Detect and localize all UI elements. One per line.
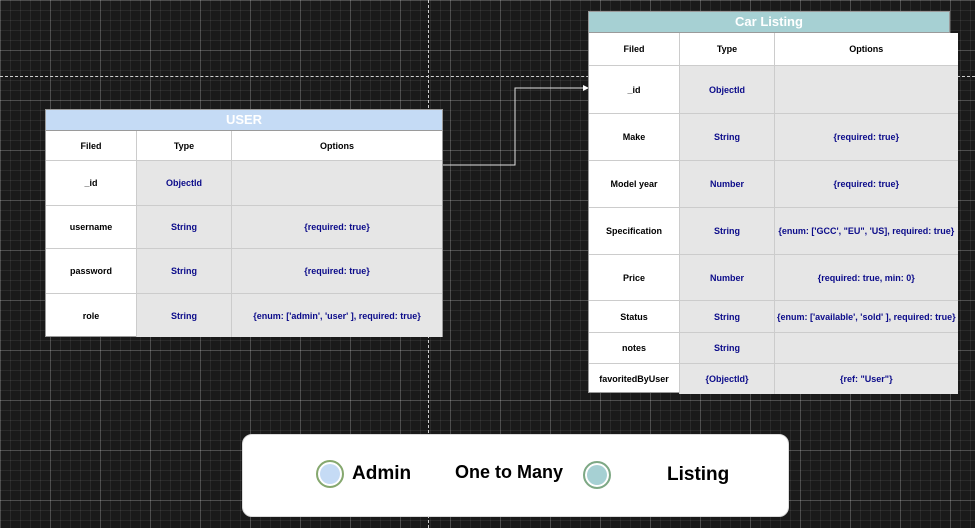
cell-type: Number	[680, 161, 775, 208]
cell-field: Model year	[589, 161, 680, 208]
legend-relation-label: One to Many	[455, 462, 564, 482]
cell-type: String	[137, 294, 232, 337]
legend-admin-label: Admin	[352, 463, 412, 484]
header-type: Type	[680, 33, 775, 66]
header-field: Filed	[589, 33, 680, 66]
cell-options: {required: true}	[775, 114, 958, 161]
header-options: Options	[775, 33, 958, 66]
cell-field: _id	[46, 161, 137, 206]
user-table-title: USER	[46, 110, 442, 131]
cell-field: Make	[589, 114, 680, 161]
cell-type: Number	[680, 255, 775, 301]
cell-options	[775, 333, 958, 364]
cell-options: {ref: "User"}	[775, 364, 958, 394]
cell-options: {enum: ['admin', 'user' ], required: tru…	[232, 294, 442, 337]
cell-type: String	[680, 114, 775, 161]
cell-field: username	[46, 206, 137, 249]
cell-options: {required: true, min: 0}	[775, 255, 958, 301]
cell-field: Specification	[589, 208, 680, 255]
cell-options	[232, 161, 442, 206]
cell-field: _id	[589, 66, 680, 114]
header-type: Type	[137, 131, 232, 161]
cell-field: Status	[589, 301, 680, 333]
header-options: Options	[232, 131, 442, 161]
cell-field: favoritedByUser	[589, 364, 680, 394]
cell-field: role	[46, 294, 137, 337]
car-table-title: Car Listing	[589, 12, 949, 33]
cell-options: {required: true}	[232, 206, 442, 249]
listing-circle-icon	[583, 461, 611, 489]
cell-field: password	[46, 249, 137, 294]
admin-circle-icon	[316, 460, 344, 488]
user-entity-table[interactable]: USER Filed Type Options _id ObjectId username…	[45, 109, 443, 337]
user-table-grid: Filed Type Options _id ObjectId username Strin…	[46, 131, 442, 337]
cell-type: String	[137, 249, 232, 294]
legend-box: Admin One to Many Listing	[242, 434, 789, 517]
cell-options: {required: true}	[232, 249, 442, 294]
cell-type: String	[137, 206, 232, 249]
cell-type: String	[680, 301, 775, 333]
cell-type: ObjectId	[137, 161, 232, 206]
cell-field: notes	[589, 333, 680, 364]
cell-type: String	[680, 208, 775, 255]
cell-field: Price	[589, 255, 680, 301]
connector-line	[443, 87, 584, 166]
cell-type: String	[680, 333, 775, 364]
cell-type: ObjectId	[680, 66, 775, 114]
header-field: Filed	[46, 131, 137, 161]
car-listing-entity-table[interactable]: Car Listing Filed Type Options _id ObjectId M…	[588, 11, 958, 394]
car-table-grid: Filed Type Options _id ObjectId Make String {re…	[589, 33, 958, 394]
cell-options: {required: true}	[775, 161, 958, 208]
cell-options	[775, 66, 958, 114]
cell-options: {enum: ['available', 'sold' ], required:…	[775, 301, 958, 333]
cell-type: {ObjectId}	[680, 364, 775, 394]
cell-options: {enum: ['GCC', "EU", 'US], required: tru…	[775, 208, 958, 255]
legend-listing-label: Listing	[667, 464, 730, 485]
